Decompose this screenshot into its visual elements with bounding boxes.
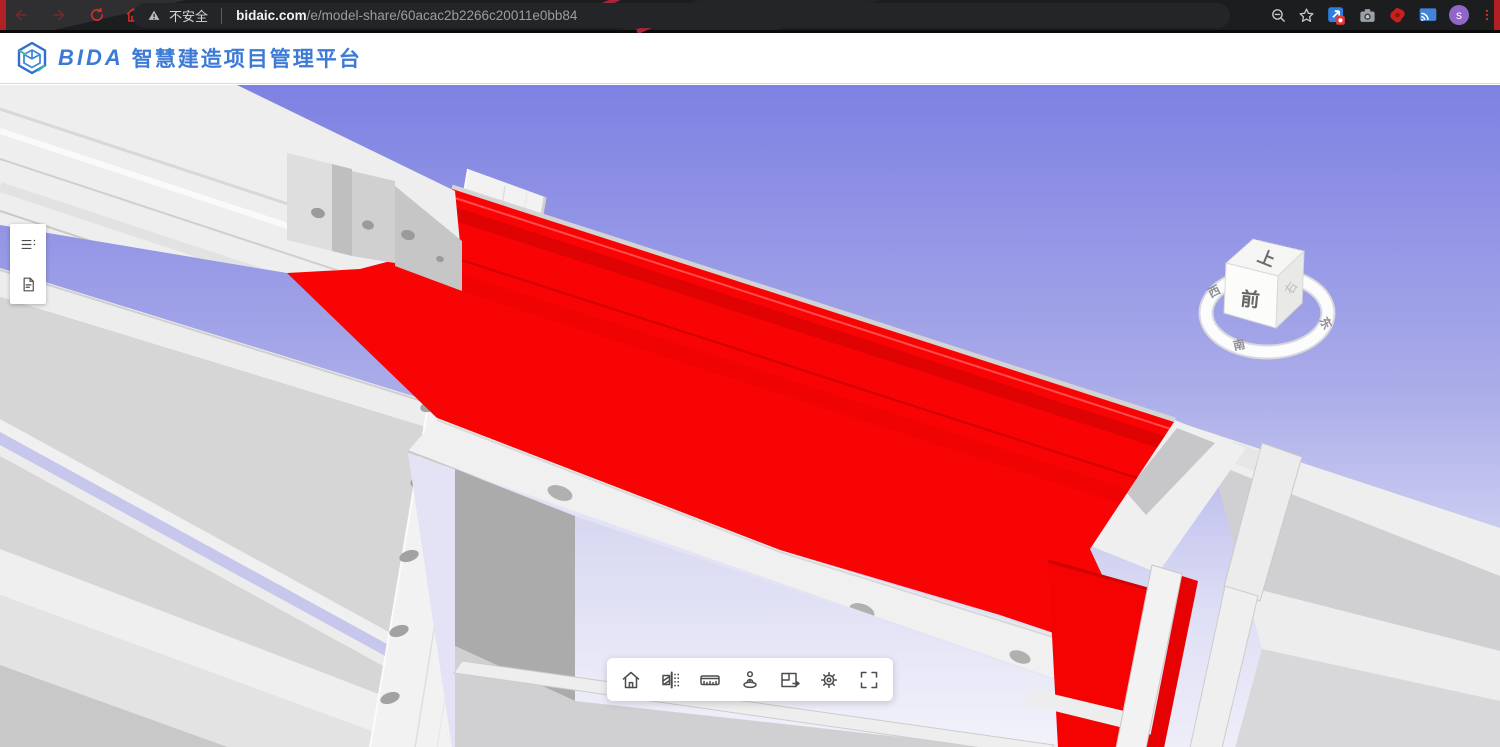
theme-red-edge (1494, 0, 1500, 30)
model-tree-icon (19, 235, 38, 254)
model-viewport[interactable]: 西 南 东 上 前 右 (0, 85, 1500, 747)
settings-gear-icon (817, 668, 841, 692)
browser-toolbar: 不安全 │ bidaic.com/e/model-share/60acac2b2… (0, 0, 1500, 33)
measure-icon (698, 668, 722, 692)
document-button[interactable] (10, 264, 46, 304)
url-separator: │ (218, 8, 226, 23)
fullscreen-icon (857, 668, 881, 692)
brand-latin: BIDA (58, 45, 124, 71)
brand-chinese: 智慧建造项目管理平台 (132, 43, 362, 73)
document-icon (19, 275, 38, 294)
camera-extension-icon[interactable] (1358, 6, 1377, 25)
bida-logo-icon (14, 40, 50, 76)
kebab-menu-icon[interactable] (1480, 6, 1494, 24)
home-view-button[interactable] (612, 661, 650, 699)
theme-red-edge (0, 0, 6, 30)
roam-button[interactable] (731, 661, 769, 699)
url-text: bidaic.com/e/model-share/60acac2b2266c20… (236, 8, 577, 23)
model-scene: 西 南 东 上 前 右 (0, 85, 1500, 747)
roam-icon (738, 668, 762, 692)
viewpoint-icon (778, 668, 802, 692)
address-bar[interactable]: 不安全 │ bidaic.com/e/model-share/60acac2b2… (133, 3, 1230, 28)
viewpoint-button[interactable] (771, 661, 809, 699)
measure-button[interactable] (691, 661, 729, 699)
reload-icon[interactable] (86, 4, 108, 26)
fullscreen-button[interactable] (850, 661, 888, 699)
browser-window: 不安全 │ bidaic.com/e/model-share/60acac2b2… (0, 0, 1500, 747)
profile-avatar[interactable]: s (1449, 5, 1469, 25)
forward-icon[interactable] (48, 4, 70, 26)
cube-front-label[interactable]: 前 (1239, 287, 1260, 312)
browser-actions: s (1270, 0, 1494, 30)
cast-extension-icon[interactable] (1418, 5, 1438, 25)
url-domain: bidaic.com (236, 8, 307, 23)
section-icon (659, 668, 683, 692)
security-label: 不安全 (169, 6, 208, 25)
model-tree-button[interactable] (10, 224, 46, 264)
zoom-icon[interactable] (1270, 7, 1287, 24)
url-path: /e/model-share/60acac2b2266c20011e0bb84 (307, 8, 578, 23)
settings-button[interactable] (810, 661, 848, 699)
not-secure-warning-icon (147, 9, 161, 22)
bookmark-star-icon[interactable] (1298, 7, 1315, 24)
screenshot-extension-icon[interactable] (1326, 5, 1347, 26)
brand-logo: BIDA 智慧建造项目管理平台 (14, 40, 362, 76)
section-button[interactable] (652, 661, 690, 699)
viewer-side-panel (10, 224, 46, 304)
back-icon[interactable] (10, 4, 32, 26)
home-icon (619, 668, 643, 692)
viewer-toolbar (607, 658, 893, 701)
app-header: BIDA 智慧建造项目管理平台 (0, 33, 1500, 84)
red-extension-icon[interactable] (1388, 6, 1407, 25)
